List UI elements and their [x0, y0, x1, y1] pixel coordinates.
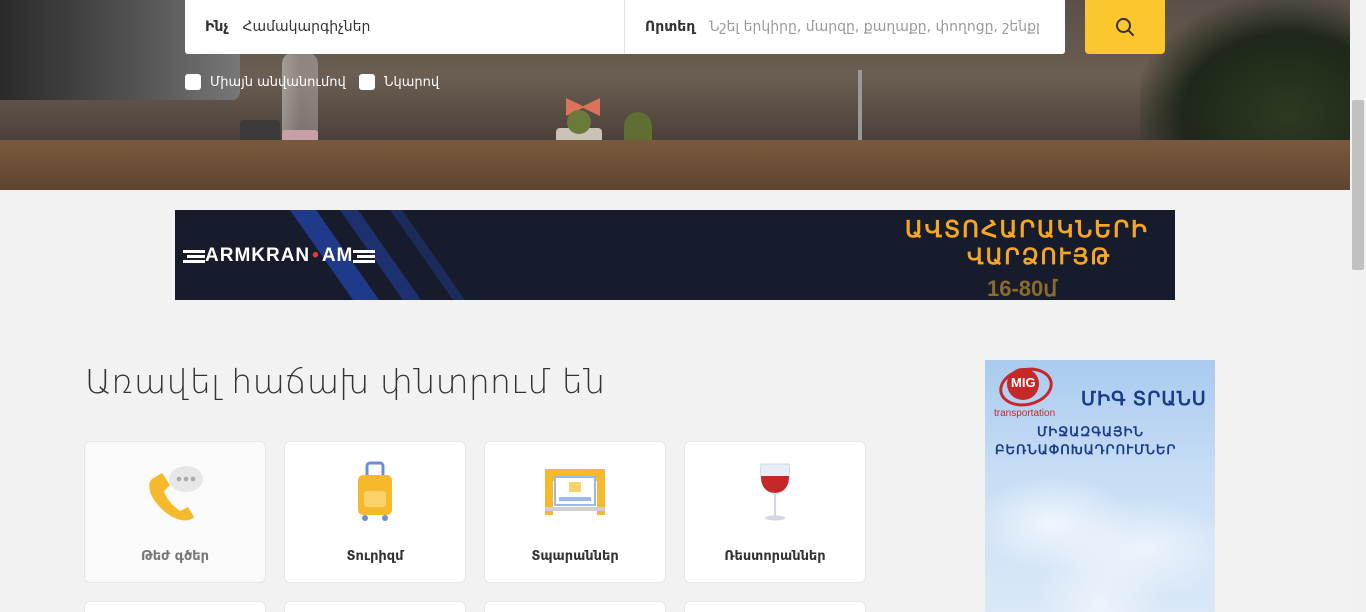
printer-icon	[540, 460, 610, 524]
category-label: Ռեստորաններ	[724, 549, 826, 564]
category-card[interactable]	[84, 601, 266, 612]
where-field: Որտեղ	[625, 0, 1065, 54]
banner-subline: ՎԱՐՁՈՒՅԹ	[967, 244, 1112, 269]
category-card-restaurants[interactable]: Ռեստորաններ	[684, 441, 866, 583]
what-label: Ինչ	[205, 19, 229, 35]
hero-desk-image	[0, 140, 1350, 190]
armkran-logo: ARMKRAN • AM	[183, 245, 376, 267]
search-button[interactable]	[1085, 0, 1165, 54]
armkran-banner-ad[interactable]: ARMKRAN • AM ԱՎՏՈՀԱՐԱԿՆԵՐԻ ՎԱՐՁՈՒՅԹ 16-8…	[175, 210, 1175, 300]
category-card-tourism[interactable]: Տուրիզմ	[284, 441, 466, 583]
mig-logo-text: MIG	[1011, 375, 1036, 390]
logo-right-text: AM	[321, 245, 354, 266]
ad-brand-name: ՄԻԳ ՏՐԱՆՍ	[1081, 389, 1207, 410]
category-card[interactable]	[284, 601, 466, 612]
ad-description-line2: ԲԵՌՆԱՓՈԽԱԴՐՈՒՄՆԵՐ	[995, 442, 1177, 457]
category-card[interactable]	[684, 601, 866, 612]
category-card-printing[interactable]: Տպարաններ	[484, 441, 666, 583]
phone-chat-icon	[140, 460, 210, 524]
ad-description-line1: ՄԻՋԱԶԳԱՅԻՆ	[1037, 424, 1144, 439]
category-label: Տուրիզմ	[346, 549, 404, 564]
logo-dot: •	[312, 245, 320, 266]
page-scrollbar[interactable]	[1350, 0, 1366, 612]
category-card[interactable]	[484, 601, 666, 612]
banner-stripe	[375, 210, 487, 300]
logo-lines-icon	[353, 249, 376, 263]
checkbox-box[interactable]	[185, 74, 201, 90]
what-field: Ինչ	[185, 0, 625, 54]
category-label: Թեժ գծեր	[141, 549, 209, 564]
search-icon	[1116, 18, 1134, 36]
popular-searches-title: Առավել հաճախ փնտրում են	[85, 362, 606, 401]
banner-headline: ԱՎՏՈՀԱՐԱԿՆԵՐԻ	[905, 216, 1149, 242]
only-by-name-checkbox[interactable]: Միայն անվանումով	[185, 74, 346, 90]
suitcase-icon	[340, 460, 410, 524]
logo-lines-icon	[183, 249, 205, 263]
with-photo-checkbox[interactable]: Նկարով	[359, 74, 439, 90]
banner-range: 16-80մ	[987, 276, 1058, 300]
category-label: Տպարաններ	[531, 549, 619, 564]
what-input[interactable]	[242, 19, 603, 35]
only-by-name-label: Միայն անվանումով	[210, 74, 346, 90]
where-input[interactable]	[709, 19, 1040, 35]
logo-left-text: ARMKRAN	[205, 245, 311, 266]
checkbox-box[interactable]	[359, 74, 375, 90]
mig-trans-ad[interactable]: MIG transportation ՄԻԳ ՏՐԱՆՍ ՄԻՋԱԶԳԱՅԻՆ …	[985, 360, 1215, 612]
scrollbar-thumb[interactable]	[1352, 100, 1364, 270]
wine-glass-icon	[740, 460, 810, 524]
with-photo-label: Նկարով	[384, 74, 440, 90]
where-label: Որտեղ	[645, 19, 696, 35]
category-card-hotlines[interactable]: Թեժ գծեր	[84, 441, 266, 583]
world-map-image	[985, 460, 1215, 612]
mig-logo-subtitle: transportation	[994, 408, 1056, 419]
search-bar: Ինչ Որտեղ	[185, 0, 1065, 54]
